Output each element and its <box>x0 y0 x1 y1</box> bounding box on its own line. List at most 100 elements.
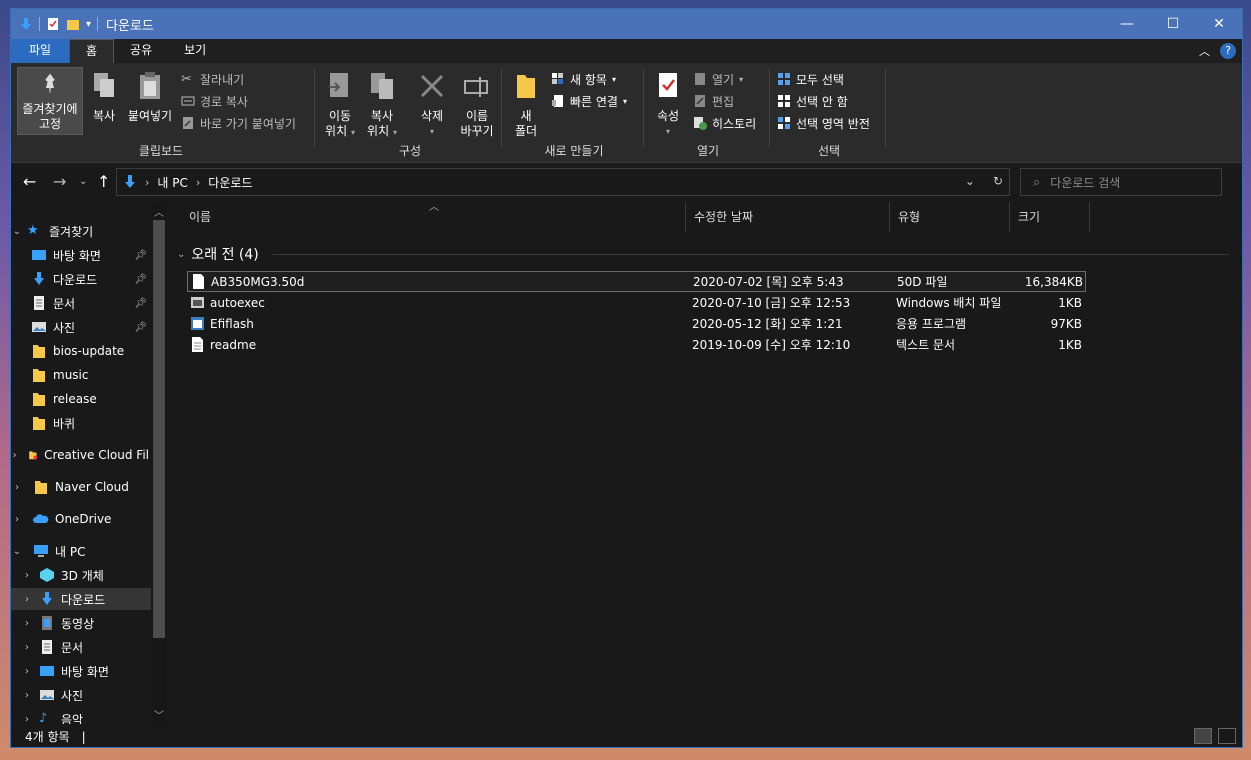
expand-chevron-icon[interactable]: › <box>21 666 33 677</box>
search-input[interactable]: ⌕ 다운로드 검색 <box>1020 168 1222 196</box>
open-button[interactable]: 열기 ▾ <box>693 69 743 89</box>
sidebar-item-quick-access[interactable]: ⌄ ★ 즐겨찾기 <box>11 220 149 242</box>
expand-chevron-icon[interactable]: › <box>21 570 33 581</box>
file-row[interactable]: readme 2019-10-09 [수] 오후 12:10 텍스트 문서 1K… <box>187 334 1086 355</box>
sidebar-item-wallpaper[interactable]: 바퀴 <box>11 412 149 434</box>
file-row[interactable]: Efiflash 2020-05-12 [화] 오후 1:21 응용 프로그램 … <box>187 313 1086 334</box>
breadcrumb-downloads[interactable]: 다운로드 <box>208 174 252 191</box>
pin-icon[interactable]: 📌︎ <box>134 250 147 261</box>
delete-dropdown-icon[interactable]: ▾ <box>415 124 449 139</box>
sidebar-item-videos[interactable]: › 동영상 <box>11 612 149 634</box>
column-header-type[interactable]: 유형 <box>890 202 1010 232</box>
close-button[interactable]: ✕ <box>1196 9 1242 39</box>
select-none-button[interactable]: 선택 안 함 <box>777 91 848 111</box>
forward-arrow-icon[interactable]: → <box>53 172 66 191</box>
paste-shortcut-button[interactable]: 바로 가기 붙여넣기 <box>181 113 296 133</box>
sidebar-item-3d-objects[interactable]: › 3D 개체 <box>11 564 149 586</box>
sidebar-item-bios-update[interactable]: bios-update <box>11 340 149 362</box>
invert-selection-button[interactable]: 선택 영역 반전 <box>777 113 870 133</box>
new-folder-icon[interactable] <box>66 17 80 31</box>
copy-to-button[interactable]: 복사 위치 ▾ <box>365 67 399 140</box>
sidebar-item-pc-downloads[interactable]: › 다운로드 <box>11 588 159 610</box>
details-view-button[interactable] <box>1194 728 1212 744</box>
tab-view[interactable]: 보기 <box>168 39 222 63</box>
expand-chevron-icon[interactable]: › <box>11 514 23 525</box>
tab-file[interactable]: 파일 <box>11 39 69 63</box>
new-item-button[interactable]: 새 항목 ▾ <box>551 69 616 89</box>
pin-icon[interactable]: 📌︎ <box>134 298 147 309</box>
sidebar-item-music[interactable]: music <box>11 364 149 386</box>
pin-icon[interactable]: 📌︎ <box>134 322 147 333</box>
cut-button[interactable]: ✂ 잘라내기 <box>181 69 244 89</box>
column-header-modified[interactable]: 수정한 날짜 <box>686 202 890 232</box>
collapse-chevron-icon[interactable]: ⌄ <box>11 226 23 237</box>
pin-icon[interactable]: 📌︎ <box>134 274 147 285</box>
sidebar-item-desktop[interactable]: 바탕 화면 📌︎ <box>11 244 149 266</box>
expand-chevron-icon[interactable]: › <box>21 714 33 725</box>
group-header[interactable]: ⌄ 오래 전 (4) <box>177 244 1229 264</box>
scrollbar-thumb[interactable] <box>153 220 165 638</box>
tab-home[interactable]: 홈 <box>69 39 115 63</box>
breadcrumb-chevron-icon[interactable]: › <box>145 176 149 189</box>
sidebar-item-pictures[interactable]: 사진 📌︎ <box>11 316 149 338</box>
select-all-button[interactable]: 모두 선택 <box>777 69 844 89</box>
copy-button[interactable]: 복사 <box>87 67 121 124</box>
help-icon[interactable]: ? <box>1220 43 1236 59</box>
sidebar-item-pc-pictures[interactable]: › 사진 <box>11 684 149 706</box>
properties-icon[interactable] <box>46 17 60 31</box>
collapse-ribbon-icon[interactable]: ︿ <box>1199 43 1210 59</box>
pin-to-quick-access-button[interactable]: 즐겨찾기에 고정 <box>17 67 83 135</box>
tab-share[interactable]: 공유 <box>114 39 168 63</box>
collapse-group-chevron-icon[interactable]: ⌄ <box>177 249 185 260</box>
recent-locations-chevron-icon[interactable]: ⌄ <box>79 176 87 187</box>
refresh-icon[interactable]: ↻ <box>993 174 1003 188</box>
properties-button[interactable]: 속성 ▾ <box>651 67 685 139</box>
properties-dropdown-icon[interactable]: ▾ <box>651 124 685 139</box>
column-header-name[interactable]: 이름 <box>181 202 686 232</box>
move-to-button[interactable]: 이동 위치 ▾ <box>323 67 357 140</box>
easy-access-button[interactable]: 빠른 연결 ▾ <box>551 91 627 111</box>
expand-chevron-icon[interactable]: › <box>11 450 18 461</box>
address-history-chevron-icon[interactable]: ⌄ <box>965 174 975 188</box>
sidebar-item-pc-music[interactable]: › ♪ 음악 <box>11 708 149 725</box>
scroll-down-chevron-icon[interactable]: ﹀ <box>151 707 167 722</box>
copy-path-button[interactable]: 경로 복사 <box>181 91 248 111</box>
sidebar-item-onedrive[interactable]: › OneDrive <box>11 508 149 530</box>
breadcrumb-chevron-icon[interactable]: › <box>196 176 200 189</box>
new-folder-button[interactable]: 새 폴더 <box>509 67 543 139</box>
sidebar-item-release[interactable]: release <box>11 388 149 410</box>
paste-button[interactable]: 붙여넣기 <box>125 67 175 124</box>
sidebar-item-documents[interactable]: 문서 📌︎ <box>11 292 149 314</box>
customize-qa-chevron-icon[interactable]: ▾ <box>86 19 91 30</box>
scroll-up-chevron-icon[interactable]: ︿ <box>151 204 167 219</box>
minimize-button[interactable]: — <box>1104 9 1150 39</box>
expand-chevron-icon[interactable]: › <box>21 594 33 605</box>
up-arrow-icon[interactable]: ↑ <box>97 172 110 191</box>
sidebar-scrollbar[interactable]: ︿ ﹀ <box>151 202 167 724</box>
group-divider <box>769 69 770 147</box>
sidebar-item-this-pc[interactable]: ⌄ 내 PC <box>11 540 149 562</box>
rename-button[interactable]: 이름 바꾸기 <box>457 67 497 139</box>
maximize-button[interactable]: ☐ <box>1150 9 1196 39</box>
history-button[interactable]: 히스토리 <box>693 113 756 133</box>
expand-chevron-icon[interactable]: › <box>21 642 33 653</box>
expand-chevron-icon[interactable]: › <box>11 482 23 493</box>
collapse-chevron-icon[interactable]: ⌄ <box>11 546 23 557</box>
sidebar-item-creative-cloud[interactable]: › Creative Cloud Fil <box>11 444 149 466</box>
address-bar[interactable]: › 내 PC › 다운로드 ⌄ ↻ <box>116 168 1010 196</box>
sidebar-item-downloads[interactable]: 다운로드 📌︎ <box>11 268 149 290</box>
edit-button[interactable]: 편집 <box>693 91 734 111</box>
file-row[interactable]: AB350MG3.50d 2020-07-02 [목] 오후 5:43 50D … <box>187 271 1086 292</box>
sidebar-item-pc-desktop[interactable]: › 바탕 화면 <box>11 660 149 682</box>
expand-chevron-icon[interactable]: › <box>21 690 33 701</box>
sidebar-item-pc-documents[interactable]: › 문서 <box>11 636 149 658</box>
breadcrumb-this-pc[interactable]: 내 PC <box>157 174 187 191</box>
delete-button[interactable]: 삭제 ▾ <box>415 67 449 139</box>
expand-chevron-icon[interactable]: › <box>21 618 33 629</box>
back-arrow-icon[interactable]: ← <box>23 172 36 191</box>
sidebar-item-naver-cloud[interactable]: › Naver Cloud <box>11 476 149 498</box>
file-row[interactable]: autoexec 2020-07-10 [금] 오후 12:53 Windows… <box>187 292 1086 313</box>
column-header-size[interactable]: 크기 <box>1010 202 1090 232</box>
large-icons-view-button[interactable] <box>1218 728 1236 744</box>
sidebar-item-label: 다운로드 <box>53 272 98 287</box>
